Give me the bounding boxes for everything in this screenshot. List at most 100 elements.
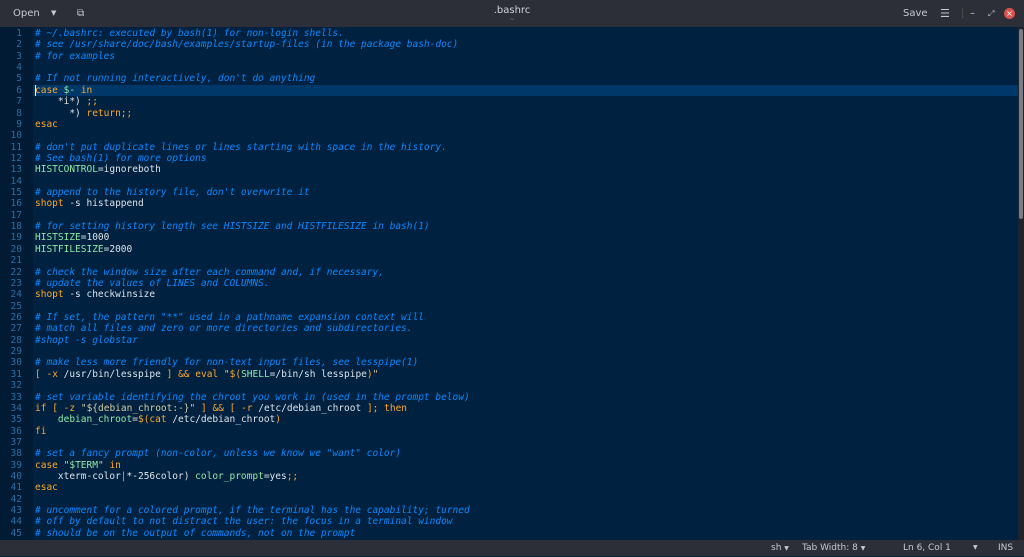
code-line[interactable]: # see /usr/share/doc/bash/examples/start… bbox=[35, 39, 458, 50]
header-divider: | bbox=[961, 8, 965, 19]
hamburger-menu-icon[interactable]: ☰ bbox=[940, 0, 950, 27]
code-line[interactable]: # If set, the pattern "**" used in a pat… bbox=[35, 312, 424, 323]
code-line[interactable]: # uncomment for a colored prompt, if the… bbox=[35, 505, 470, 516]
code-line[interactable]: # for examples bbox=[35, 51, 115, 62]
maximize-icon[interactable]: ⤢ bbox=[988, 0, 994, 27]
line-number: 1 bbox=[16, 28, 22, 39]
insert-mode-indicator[interactable]: INS bbox=[998, 540, 1013, 556]
code-line[interactable]: # check the window size after each comma… bbox=[35, 267, 384, 278]
code-line[interactable]: *) return;; bbox=[35, 108, 132, 119]
variable-token: HISTSIZE bbox=[35, 232, 81, 244]
line-number: 9 bbox=[16, 118, 22, 130]
code-line[interactable]: # If not running interactively, don't do… bbox=[35, 73, 315, 84]
keyword-token: && bbox=[178, 368, 190, 380]
comment-token: # make less more friendly for non-text i… bbox=[35, 357, 419, 369]
minimize-icon[interactable]: – bbox=[970, 0, 975, 27]
code-line[interactable]: [ -x /usr/bin/lesspipe ] && eval "$(SHEL… bbox=[35, 369, 378, 380]
line-number: 36 bbox=[10, 425, 22, 437]
text-editor[interactable]: 1 # ~/.bashrc: executed by bash(1) for no… bbox=[0, 27, 1018, 540]
text-token: -s histappend bbox=[63, 198, 144, 210]
keyword-token: ;; bbox=[86, 96, 98, 108]
code-line[interactable]: shopt -s checkwinsize bbox=[35, 289, 155, 300]
line-number: 15 bbox=[10, 187, 22, 199]
code-line[interactable]: # update the values of LINES and COLUMNS… bbox=[35, 278, 270, 289]
text-token: *) bbox=[35, 107, 87, 119]
code-line[interactable]: debian_chroot=$(cat /etc/debian_chroot) bbox=[35, 414, 281, 425]
string-token: " bbox=[372, 368, 379, 380]
save-button[interactable]: Save bbox=[903, 0, 928, 27]
code-line[interactable]: case "$TERM" in bbox=[35, 460, 121, 471]
code-line[interactable]: esac bbox=[35, 482, 58, 493]
variable-token: color_prompt bbox=[195, 471, 264, 483]
line-number: 24 bbox=[10, 289, 22, 301]
line-number: 44 bbox=[10, 516, 22, 528]
line-number: 17 bbox=[10, 209, 22, 221]
document-path: ~ bbox=[509, 16, 515, 23]
code-line[interactable]: # don't put duplicate lines or lines sta… bbox=[35, 142, 447, 153]
line-number: 25 bbox=[10, 300, 22, 312]
close-icon[interactable]: × bbox=[1004, 8, 1015, 19]
line-number: 27 bbox=[10, 323, 22, 335]
keyword-token: esac bbox=[35, 118, 58, 130]
text-cursor bbox=[35, 84, 36, 97]
code-line[interactable]: xterm-color|*-256color) color_prompt=yes… bbox=[35, 471, 298, 482]
position-menu-chevron-icon[interactable]: ▼ bbox=[973, 540, 978, 556]
code-line[interactable]: # match all files and zero or more direc… bbox=[35, 323, 413, 334]
text-token: =1000 bbox=[80, 232, 110, 244]
code-line[interactable]: esac bbox=[35, 119, 58, 130]
code-line[interactable]: # make less more friendly for non-text i… bbox=[35, 357, 418, 368]
line-number: 39 bbox=[10, 459, 22, 471]
code-line[interactable]: #shopt -s globstar bbox=[35, 335, 138, 346]
keyword-token: return;; bbox=[86, 107, 133, 119]
text-token: /usr/bin/lesspipe bbox=[57, 368, 167, 380]
code-line[interactable]: # should be on the output of commands, n… bbox=[35, 528, 355, 539]
document-title: .bashrc bbox=[493, 5, 531, 16]
code-line[interactable]: # append to the history file, don't over… bbox=[35, 187, 310, 198]
scrollbar-thumb[interactable] bbox=[1019, 29, 1023, 219]
line-number: 5 bbox=[16, 73, 22, 85]
tab-width-label: Tab Width: 8 bbox=[802, 543, 858, 553]
comment-token: # See bash(1) for more options bbox=[35, 152, 207, 164]
text-token: *i*) bbox=[35, 96, 87, 108]
line-number: 12 bbox=[10, 152, 22, 164]
code-line[interactable]: shopt -s histappend bbox=[35, 198, 144, 209]
line-number: 40 bbox=[10, 471, 22, 483]
tab-width-selector[interactable]: Tab Width: 8 ▼ bbox=[802, 540, 865, 557]
line-number: 22 bbox=[10, 266, 22, 278]
code-line[interactable]: HISTFILESIZE=2000 bbox=[35, 244, 132, 255]
code-line[interactable]: # See bash(1) for more options bbox=[35, 153, 207, 164]
status-bar: sh ▼ Tab Width: 8 ▼ Ln 6, Col 1 ▼ INS bbox=[0, 540, 1024, 556]
code-line[interactable]: HISTSIZE=1000 bbox=[35, 232, 109, 243]
code-line[interactable]: # set variable identifying the chroot yo… bbox=[35, 392, 470, 403]
code-line[interactable]: HISTCONTROL=ignoreboth bbox=[35, 164, 161, 175]
keyword-token: then bbox=[384, 402, 408, 414]
code-line[interactable]: # set a fancy prompt (non-color, unless … bbox=[35, 448, 401, 459]
code-line[interactable]: fi bbox=[35, 426, 46, 437]
comment-token: #shopt -s globstar bbox=[35, 334, 138, 346]
chevron-down-icon: ▼ bbox=[860, 545, 866, 552]
comment-token: # don't put duplicate lines or lines sta… bbox=[35, 141, 447, 153]
comment-token: # match all files and zero or more direc… bbox=[35, 323, 413, 335]
keyword-token: $(cat bbox=[137, 414, 167, 426]
text-token: -s checkwinsize bbox=[63, 289, 156, 301]
line-number: 37 bbox=[10, 436, 22, 448]
comment-token: # see /usr/share/doc/bash/examples/start… bbox=[35, 39, 459, 51]
code-line[interactable]: *i*) ;; bbox=[35, 96, 98, 107]
comment-token: # append to the history file, don't over… bbox=[35, 187, 310, 199]
keyword-token: ;; bbox=[286, 471, 299, 483]
text-token: /etc/debian_chroot bbox=[252, 402, 367, 414]
keyword-token: && bbox=[212, 402, 224, 414]
code-line[interactable]: # for setting history length see HISTSIZ… bbox=[35, 221, 430, 232]
variable-token: debian_chroot bbox=[57, 414, 133, 426]
code-line[interactable]: # off by default to not distract the use… bbox=[35, 516, 453, 527]
code-line[interactable]: # ~/.bashrc: executed by bash(1) for non… bbox=[35, 28, 344, 39]
line-number: 26 bbox=[10, 312, 22, 323]
code-line[interactable]: if [ -z "${debian_chroot:-}" ] && [ -r /… bbox=[35, 403, 407, 414]
comment-token: # for examples bbox=[35, 50, 116, 62]
comment-token: # check the window size after each comma… bbox=[35, 266, 384, 278]
line-number: 6 bbox=[16, 84, 22, 96]
language-selector[interactable]: sh ▼ bbox=[771, 540, 789, 557]
line-number: 34 bbox=[10, 402, 22, 414]
code-line[interactable]: case $- in bbox=[35, 85, 92, 96]
line-number: 45 bbox=[10, 527, 22, 539]
